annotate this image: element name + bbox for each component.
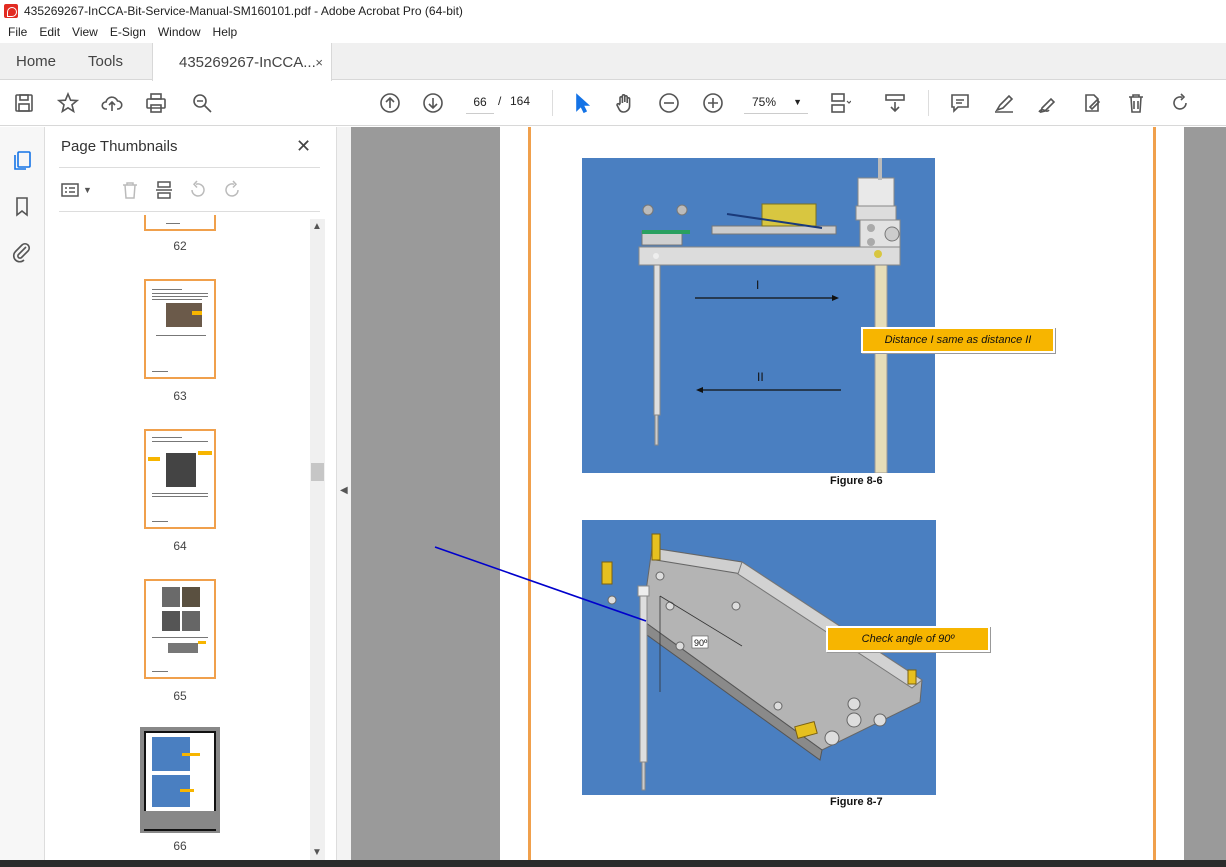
thumbnail-scrollbar[interactable]: ▲ ▼ (310, 219, 325, 860)
acrobat-icon (4, 4, 18, 18)
chevron-down-icon: ▼ (793, 97, 802, 107)
tab-home[interactable]: Home (16, 43, 56, 80)
callout-angle: Check angle of 90º (826, 626, 990, 652)
page-display-icon[interactable] (828, 91, 852, 115)
divider (59, 211, 320, 212)
close-icon[interactable]: ✕ (296, 136, 311, 157)
thumbnail-label: 65 (173, 689, 187, 703)
edit-pdf-icon[interactable] (1080, 91, 1104, 115)
delete-pages-icon (120, 179, 140, 201)
thumbnail-list: 62 63 64 65 66 (46, 215, 310, 860)
page-thumbnail[interactable] (144, 429, 216, 529)
figure-8-6-image: I II (582, 158, 935, 473)
tab-document[interactable]: 435269267-InCCA... × (152, 43, 332, 81)
rotate-clockwise-icon (222, 179, 242, 201)
save-icon[interactable] (12, 91, 36, 115)
angle-label: 90º (694, 638, 708, 648)
zoom-search-icon[interactable] (190, 91, 214, 115)
thumbnail-label: 66 (173, 839, 187, 853)
title-bar: 435269267-InCCA-Bit-Service-Manual-SM160… (0, 0, 1226, 22)
insert-pages-icon[interactable] (154, 179, 174, 201)
divider (59, 167, 320, 168)
options-menu[interactable]: ▼ (60, 179, 92, 201)
menu-help[interactable]: Help (207, 25, 244, 39)
menu-bar: File Edit View E-Sign Window Help (0, 22, 1226, 42)
upload-cloud-icon[interactable] (100, 91, 124, 115)
print-icon[interactable] (144, 91, 168, 115)
attachment-icon[interactable] (11, 241, 35, 265)
tab-document-label: 435269267-InCCA... (179, 53, 316, 71)
taskbar-strip (0, 860, 1226, 867)
menu-edit[interactable]: Edit (33, 25, 66, 39)
panel-title: Page Thumbnails (61, 138, 178, 155)
toolbar-divider (552, 90, 553, 116)
menu-esign[interactable]: E-Sign (104, 25, 152, 39)
marker-ii: II (757, 370, 764, 384)
sign-pen-icon[interactable] (1036, 91, 1060, 115)
tab-tools[interactable]: Tools (88, 43, 123, 80)
page-thumbnail-selected[interactable] (144, 731, 216, 831)
page-thumbnail[interactable] (144, 215, 216, 231)
toolbar (0, 81, 1226, 126)
previous-page-icon[interactable] (378, 91, 402, 115)
list-options-icon (61, 183, 79, 197)
figure-8-7-image: 90º (582, 520, 936, 795)
figure-8-7-drawing: 90º (582, 520, 936, 795)
chevron-down-icon: ▼ (83, 185, 92, 195)
star-icon[interactable] (56, 91, 80, 115)
tab-bar: Home Tools 435269267-InCCA... × (0, 43, 1226, 81)
rotate-counterclockwise-icon (188, 179, 208, 201)
select-cursor-icon[interactable] (570, 91, 594, 115)
panel-collapse-handle[interactable]: ◀ (336, 127, 351, 860)
scroll-mode-icon[interactable] (883, 91, 907, 115)
delete-icon[interactable] (1124, 91, 1148, 115)
figure-caption: Figure 8-6 (830, 475, 883, 487)
page-thumbnail[interactable] (144, 579, 216, 679)
zoom-dropdown[interactable]: 75% ▼ (744, 90, 808, 114)
thumbnail-label: 63 (173, 389, 187, 403)
rotate-icon[interactable] (1168, 91, 1192, 115)
document-view[interactable]: I II Distance I same as distance II Figu… (351, 127, 1226, 860)
figure-caption: Figure 8-7 (830, 796, 883, 808)
thumbnails-panel: Page Thumbnails ✕ ▼ 62 63 64 65 66 ▲ ▼ (46, 127, 335, 860)
hand-tool-icon[interactable] (613, 91, 637, 115)
menu-file[interactable]: File (0, 25, 33, 39)
pdf-page: I II Distance I same as distance II Figu… (500, 127, 1184, 860)
total-pages: 164 (510, 94, 531, 108)
highlight-pen-icon[interactable] (992, 91, 1016, 115)
scroll-down-icon[interactable]: ▼ (312, 847, 322, 858)
navigation-rail (0, 127, 45, 867)
collapse-arrow-icon: ◀ (340, 485, 348, 496)
comment-icon[interactable] (948, 91, 972, 115)
menu-view[interactable]: View (66, 25, 104, 39)
thumbnail-label: 64 (173, 539, 187, 553)
scroll-up-icon[interactable]: ▲ (312, 221, 322, 232)
menu-window[interactable]: Window (152, 25, 207, 39)
current-page-input[interactable]: 66 (466, 90, 494, 114)
tab-close-icon[interactable]: × (315, 55, 323, 70)
window-title: 435269267-InCCA-Bit-Service-Manual-SM160… (24, 4, 463, 18)
page-separator: / (498, 94, 502, 108)
zoom-in-icon[interactable] (701, 91, 725, 115)
marker-i: I (756, 278, 759, 292)
bookmark-icon[interactable] (11, 195, 35, 219)
zoom-value: 75% (752, 95, 777, 109)
toolbar-divider (928, 90, 929, 116)
thumbnail-label: 62 (173, 239, 187, 253)
callout-distance: Distance I same as distance II (861, 327, 1055, 353)
page-thumbnails-icon[interactable] (11, 149, 35, 173)
page-thumbnail[interactable] (144, 279, 216, 379)
next-page-icon[interactable] (421, 91, 445, 115)
figure-8-6-drawing: I II (582, 158, 935, 473)
scrollbar-thumb[interactable] (311, 463, 324, 481)
zoom-out-icon[interactable] (657, 91, 681, 115)
